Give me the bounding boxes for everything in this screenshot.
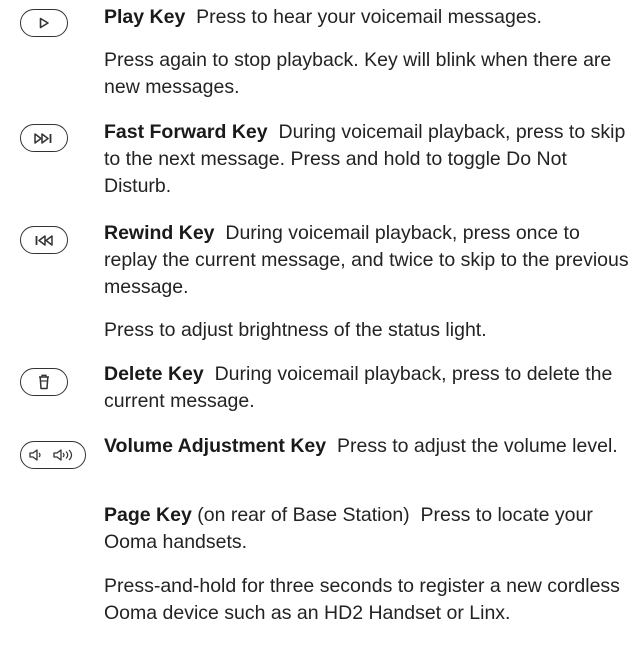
trash-icon	[38, 374, 50, 390]
rewind-key-note: Press to adjust brightness of the status…	[104, 317, 638, 344]
volume-icon	[28, 448, 78, 462]
page-key-note: Press-and-hold for three seconds to regi…	[104, 573, 638, 627]
entry-description: Press to adjust the volume level.	[336, 435, 618, 457]
entry-title: Delete Key	[104, 363, 204, 385]
volume-key-button	[20, 441, 86, 469]
entry-title: Rewind Key	[104, 222, 215, 244]
delete-key-button	[20, 368, 68, 396]
entry-paragraph: Press again to stop playback. Key will b…	[104, 49, 612, 98]
entry-title: Fast Forward Key	[104, 121, 268, 143]
fast-forward-icon	[34, 132, 54, 144]
fast-forward-key-entry: Fast Forward Key During voicemail playba…	[104, 119, 638, 200]
entry-title: Volume Adjustment Key	[104, 435, 327, 457]
entry-paragraph: Press-and-hold for three seconds to regi…	[104, 575, 620, 624]
rewind-key-button	[20, 226, 68, 254]
play-key-entry: Play Key Press to hear your voicemail me…	[104, 4, 638, 31]
rewind-key-entry: Rewind Key During voicemail playback, pr…	[104, 220, 638, 301]
delete-key-entry: Delete Key During voicemail playback, pr…	[104, 361, 638, 415]
entry-title-suffix: (on rear of Base Station)	[197, 504, 410, 526]
entry-description: Press to hear your voicemail messages.	[196, 6, 542, 28]
entry-title: Play Key	[104, 6, 186, 28]
fast-forward-key-button	[20, 124, 68, 152]
entry-paragraph: Press to adjust brightness of the status…	[104, 319, 487, 341]
rewind-icon	[34, 234, 54, 246]
page-key-entry: Page Key (on rear of Base Station) Press…	[104, 502, 638, 556]
play-key-button	[20, 9, 68, 37]
play-key-note: Press again to stop playback. Key will b…	[104, 47, 638, 101]
play-icon	[38, 17, 50, 29]
volume-key-entry: Volume Adjustment Key Press to adjust th…	[104, 433, 638, 460]
entry-title: Page Key	[104, 504, 192, 526]
manual-page: Play Key Press to hear your voicemail me…	[0, 0, 641, 653]
